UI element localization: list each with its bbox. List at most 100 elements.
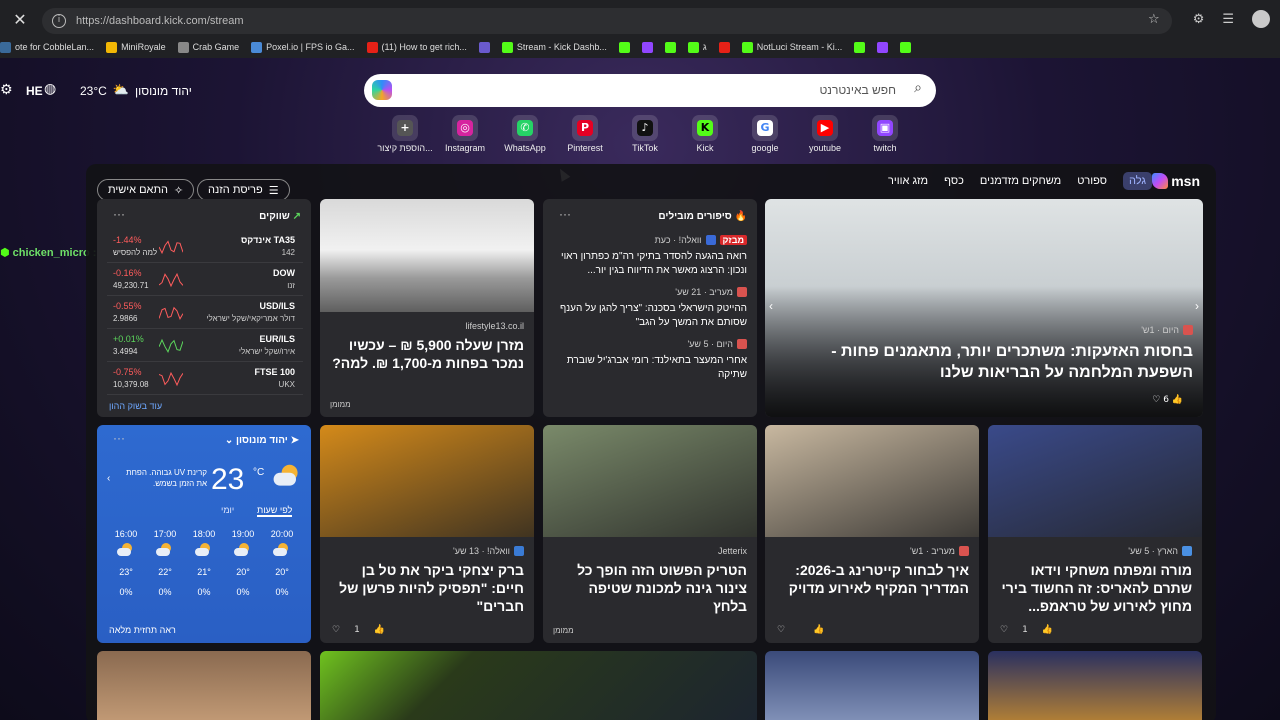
bookmark-item[interactable] [478, 41, 490, 53]
market-row[interactable]: -0.16% 49,230.71 DOW זנו [107, 266, 303, 296]
like-icon[interactable]: 👍 [813, 625, 824, 635]
market-row[interactable]: +0.01% 3.4994 EUR/ILS אירו/שקל ישראלי [107, 332, 303, 362]
full-forecast-link[interactable]: ראה תחזית מלאה [109, 625, 176, 635]
reactions[interactable]: ♡ 👍 [777, 625, 824, 635]
news-card[interactable]: וואלה! · 13 שע' ברק יצחקי ביקר את טל בן ח… [320, 425, 534, 643]
carousel-prev-icon[interactable]: ‹ [769, 299, 773, 313]
story-thumbnail[interactable] [988, 651, 1202, 720]
story-headline[interactable]: אחרי המעצר בתאילנד: רומי אברג'יל שוברת ש… [553, 354, 747, 382]
hero-title[interactable]: בחסות האזעקות: משתכרים יותר, מתאמנים פחו… [775, 341, 1193, 383]
language-toggle[interactable]: HE [26, 84, 43, 98]
quick-link[interactable]: ◎ Instagram [435, 115, 495, 157]
bookmark-item[interactable] [718, 41, 730, 53]
settings-gear-icon[interactable]: ⚙ [0, 82, 13, 98]
news-title[interactable]: ברק יצחקי ביקר את טל בן חיים: "תפסיק להי… [330, 561, 524, 615]
markets-options-icon[interactable]: ··· [113, 207, 125, 221]
news-title[interactable]: איך לבחור קייטרינג ב-2026: המדריך המקיף … [775, 561, 969, 597]
mattress-source: lifestyle13.co.il [465, 321, 524, 331]
extensions-icon[interactable]: ⚙ [1193, 12, 1205, 27]
more-markets-link[interactable]: עוד בשוק ההון [109, 401, 162, 411]
feed-tab[interactable]: כסף [944, 175, 964, 187]
feed-layout-button[interactable]: פריסת הזנה ☰ [197, 179, 290, 201]
story-headline[interactable]: ההייטק הישראלי בסכנה: "צריך להגן על הענף… [553, 302, 747, 330]
quick-link[interactable]: ▶ youtube [795, 115, 855, 157]
bookmark-item[interactable] [854, 41, 866, 53]
bookmark-item[interactable]: Stream - Kick Dashb... [501, 41, 607, 53]
bookmark-star-icon[interactable]: ☆ [1148, 12, 1160, 27]
bookmark-item[interactable] [877, 41, 889, 53]
bookmark-item[interactable] [618, 41, 630, 53]
personalize-button[interactable]: התאם אישית ✧ [97, 179, 195, 201]
web-search-box[interactable]: חפש באינטרנט ⌕ [364, 74, 936, 107]
quick-link[interactable]: ♪ TikTok [615, 115, 675, 157]
top-stories-title: סיפורים מובילים [658, 211, 732, 222]
mattress-title[interactable]: מזרן שעלה 5,900 ₪ – עכשיו נמכר בפחות מ-1… [330, 336, 524, 372]
tab-hourly[interactable]: לפי שעות [257, 505, 293, 517]
bookmark-item[interactable] [664, 41, 676, 53]
news-title[interactable]: הטריק הפשוט הזה הופך כל צינור גינה למכונ… [553, 561, 747, 615]
weather-mini[interactable]: 23°C ⛅ יהוד מונוסון [80, 83, 192, 98]
bookmark-item[interactable]: MiniRoyale [106, 41, 166, 53]
tab-daily[interactable]: יומי [221, 505, 234, 515]
bookmark-item[interactable] [900, 41, 912, 53]
feed-tab[interactable]: משחקים מזדמנים [980, 175, 1061, 187]
bookmark-item[interactable]: NotLuci Stream - Ki... [741, 41, 842, 53]
hero-card[interactable]: היום · 1ש' בחסות האזעקות: משתכרים יותר, … [765, 199, 1203, 417]
quick-link[interactable]: + הוספת קיצור... [375, 115, 435, 157]
bookmark-item[interactable]: (11) How to get rich... [366, 41, 467, 53]
weather-options-icon[interactable]: ··· [113, 431, 125, 445]
globe-icon[interactable]: ◍ [44, 81, 56, 97]
story-headline[interactable]: רואה בהגעה להסדר בתיקי רה"מ כפתרון ראוי … [553, 250, 747, 278]
bookmark-item[interactable]: Poxel.io | FPS io Ga... [251, 41, 355, 53]
news-card[interactable]: הארץ · 5 שע' מורה ומפתח משחקי וידאו שתרם … [988, 425, 1202, 643]
bookmark-favicon-icon [741, 41, 753, 53]
quick-link[interactable]: ▣ twitch [855, 115, 915, 157]
market-row[interactable]: -0.55% 2.9866 USD/ILS דולר אמריקאי/שקל ישרא… [107, 299, 303, 329]
weather-prev-icon[interactable]: ‹ [107, 473, 110, 484]
weather-temp: 23 [211, 463, 245, 496]
more-options-icon[interactable]: ··· [559, 207, 571, 221]
msn-logo[interactable]: msn [1152, 173, 1200, 189]
bookmark-item[interactable]: Crab Game [177, 41, 239, 53]
market-row[interactable]: -1.44% למה להפסיש אינדקס TA35 142 [107, 233, 303, 263]
dislike-icon[interactable]: ♡ [1000, 625, 1008, 635]
quick-link[interactable]: P Pinterest [555, 115, 615, 157]
bookmark-item[interactable] [641, 41, 653, 53]
feed-tab[interactable]: מזג אוויר [888, 175, 928, 187]
mattress-card[interactable]: lifestyle13.co.il מזרן שעלה 5,900 ₪ – עכ… [320, 199, 534, 417]
profile-avatar[interactable] [1252, 10, 1270, 28]
news-title[interactable]: מורה ומפתח משחקי וידאו שתרם להאריס: זה ה… [998, 561, 1192, 615]
like-icon[interactable]: 👍 [374, 625, 385, 635]
feed-tab[interactable]: ספורט [1077, 175, 1107, 187]
story-thumbnail[interactable] [97, 651, 311, 720]
weather-location[interactable]: ➤ יהוד מונוסון ⌄ [225, 435, 299, 446]
favorites-icon[interactable]: ☰ [1222, 12, 1234, 27]
layout-label: פריסת הזנה [208, 184, 263, 196]
site-info-icon[interactable]: i [52, 14, 66, 28]
dislike-icon[interactable]: ♡ [332, 625, 340, 635]
reactions[interactable]: ♡ 1 👍 [332, 625, 385, 635]
hero-reactions[interactable]: ♡ 6 👍 [1152, 395, 1183, 405]
dislike-icon[interactable]: ♡ [777, 625, 785, 635]
hour-rain: 0% [119, 587, 133, 597]
news-card[interactable]: Jetterix הטריק הפשוט הזה הופך כל צינור גי… [543, 425, 757, 643]
stop-loading-icon[interactable]: ✕ [0, 10, 40, 30]
like-icon[interactable]: 👍 [1042, 625, 1053, 635]
carousel-next-icon[interactable]: › [1195, 299, 1199, 313]
market-name: FTSE 100 [254, 367, 295, 377]
quick-link[interactable]: Ggoogle [735, 115, 795, 157]
bookmark-item[interactable]: ג [687, 41, 707, 53]
quick-link[interactable]: K Kick [675, 115, 735, 157]
news-card[interactable]: מעריב · 1ש' איך לבחור קייטרינג ב-2026: המ… [765, 425, 979, 643]
quick-link[interactable]: ✆ WhatsApp [495, 115, 555, 157]
bookmark-item[interactable]: ote for CobbleLan... [0, 41, 94, 53]
news-source: וואלה! · 13 שע' [453, 546, 524, 556]
market-row[interactable]: -0.75% 10,379.08 FTSE 100 UKX [107, 365, 303, 395]
copilot-icon[interactable] [372, 80, 392, 100]
story-thumbnail[interactable] [765, 651, 979, 720]
search-icon[interactable]: ⌕ [914, 80, 922, 96]
story-thumbnail[interactable] [320, 651, 757, 720]
feed-tab[interactable]: גלה [1122, 172, 1152, 190]
address-field[interactable]: i https://dashboard.kick.com/stream [42, 8, 1172, 34]
reactions[interactable]: ♡ 1 👍 [1000, 625, 1053, 635]
